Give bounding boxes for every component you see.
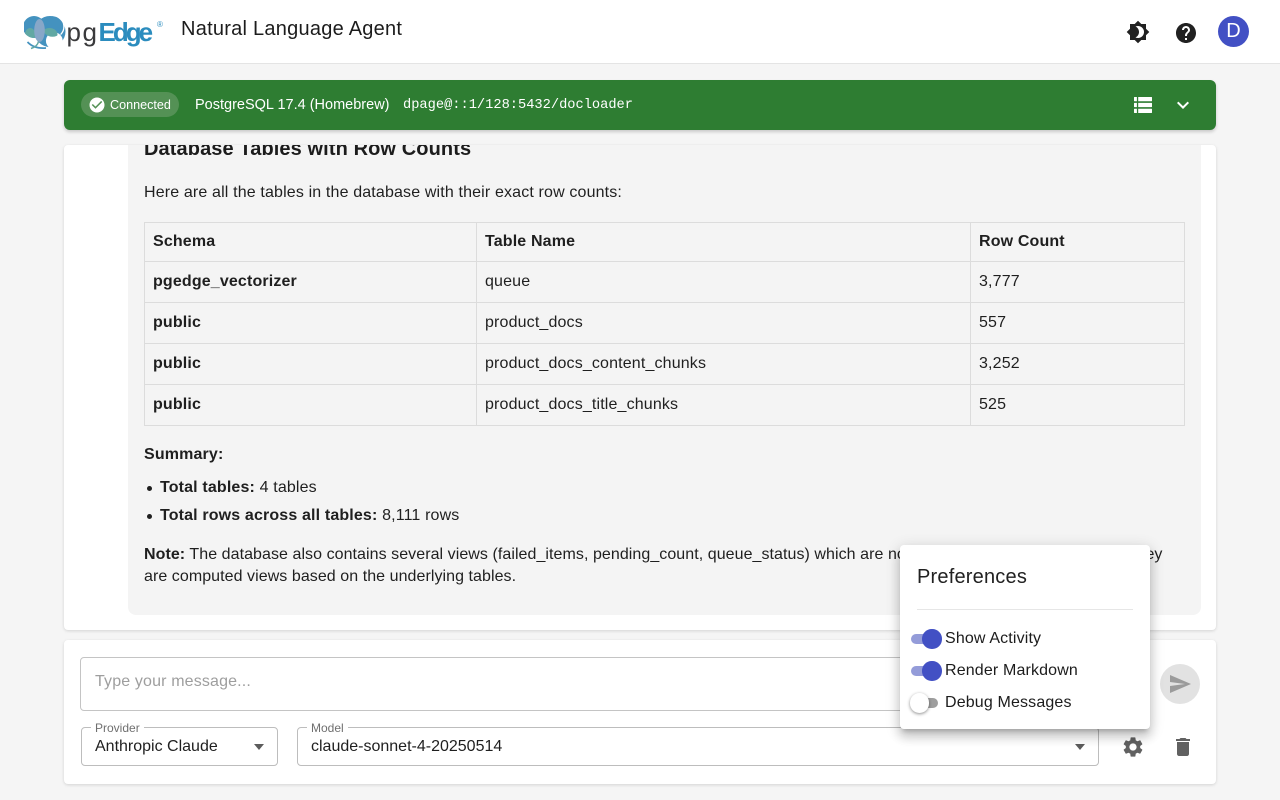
- svg-text:®: ®: [157, 20, 163, 29]
- svg-text:pg: pg: [67, 17, 99, 47]
- svg-text:Edge: Edge: [99, 17, 153, 47]
